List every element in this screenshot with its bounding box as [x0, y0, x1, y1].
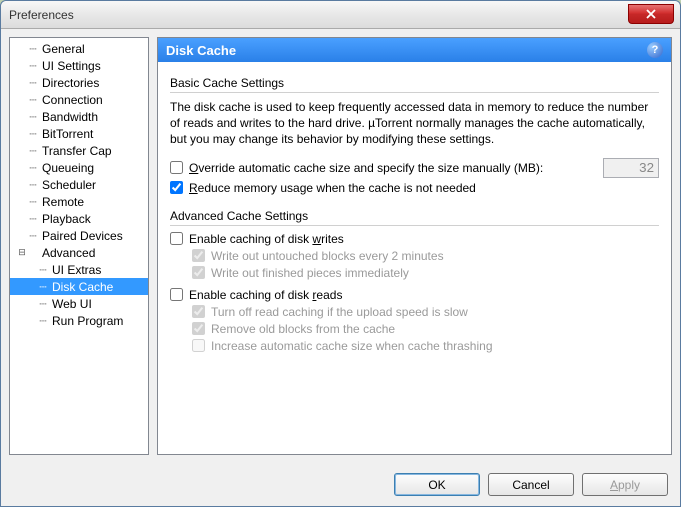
increase-checkbox [192, 339, 205, 352]
override-label[interactable]: Override automatic cache size and specif… [189, 161, 543, 175]
advanced-heading: Advanced Cache Settings [170, 209, 659, 223]
turnoff-checkbox [192, 305, 205, 318]
nav-item-general[interactable]: ┈General [10, 40, 148, 57]
writes-label[interactable]: Enable caching of disk writes [189, 232, 344, 246]
dialog-footer: OK Cancel Apply [1, 463, 680, 506]
reads-label[interactable]: Enable caching of disk reads [189, 288, 342, 302]
nav-item-connection[interactable]: ┈Connection [10, 91, 148, 108]
basic-description: The disk cache is used to keep frequentl… [170, 99, 659, 148]
write-finished-row: Write out finished pieces immediately [170, 266, 659, 280]
reads-checkbox[interactable] [170, 288, 183, 301]
apply-button: Apply [582, 473, 668, 496]
dialog-body: ┈General ┈UI Settings ┈Directories ┈Conn… [1, 29, 680, 463]
turnoff-row: Turn off read caching if the upload spee… [170, 305, 659, 319]
nav-item-ui-extras[interactable]: ┈UI Extras [10, 261, 148, 278]
write-untouched-row: Write out untouched blocks every 2 minut… [170, 249, 659, 263]
nav-item-advanced[interactable]: ⊟Advanced [10, 244, 148, 261]
turnoff-label: Turn off read caching if the upload spee… [211, 305, 468, 319]
nav-item-bandwidth[interactable]: ┈Bandwidth [10, 108, 148, 125]
reads-row: Enable caching of disk reads [170, 288, 659, 302]
nav-item-remote[interactable]: ┈Remote [10, 193, 148, 210]
cancel-button[interactable]: Cancel [488, 473, 574, 496]
nav-item-playback[interactable]: ┈Playback [10, 210, 148, 227]
increase-label: Increase automatic cache size when cache… [211, 339, 493, 353]
titlebar: Preferences [1, 1, 680, 29]
nav-item-bittorrent[interactable]: ┈BitTorrent [10, 125, 148, 142]
reduce-label[interactable]: Reduce memory usage when the cache is no… [189, 181, 476, 195]
window-title: Preferences [9, 8, 628, 22]
override-checkbox[interactable] [170, 161, 183, 174]
nav-item-run-program[interactable]: ┈Run Program [10, 312, 148, 329]
write-finished-label: Write out finished pieces immediately [211, 266, 409, 280]
write-untouched-checkbox [192, 249, 205, 262]
nav-item-ui-settings[interactable]: ┈UI Settings [10, 57, 148, 74]
remove-old-row: Remove old blocks from the cache [170, 322, 659, 336]
nav-item-paired-devices[interactable]: ┈Paired Devices [10, 227, 148, 244]
close-icon [646, 9, 656, 19]
writes-row: Enable caching of disk writes [170, 232, 659, 246]
nav-item-disk-cache[interactable]: ┈Disk Cache [10, 278, 148, 295]
write-finished-checkbox [192, 266, 205, 279]
reduce-checkbox[interactable] [170, 181, 183, 194]
nav-item-queueing[interactable]: ┈Queueing [10, 159, 148, 176]
nav-item-scheduler[interactable]: ┈Scheduler [10, 176, 148, 193]
write-untouched-label: Write out untouched blocks every 2 minut… [211, 249, 444, 263]
collapse-icon[interactable]: ⊟ [16, 247, 28, 258]
remove-old-checkbox [192, 322, 205, 335]
reduce-row: Reduce memory usage when the cache is no… [170, 181, 659, 195]
increase-row: Increase automatic cache size when cache… [170, 339, 659, 353]
close-button[interactable] [628, 4, 674, 24]
preferences-window: Preferences ┈General ┈UI Settings ┈Direc… [0, 0, 681, 507]
nav-item-directories[interactable]: ┈Directories [10, 74, 148, 91]
panel-body: Basic Cache Settings The disk cache is u… [158, 62, 671, 364]
nav-item-web-ui[interactable]: ┈Web UI [10, 295, 148, 312]
panel-header: Disk Cache ? [158, 38, 671, 62]
nav-item-transfer-cap[interactable]: ┈Transfer Cap [10, 142, 148, 159]
basic-heading: Basic Cache Settings [170, 76, 659, 90]
panel-title: Disk Cache [166, 43, 236, 58]
ok-button[interactable]: OK [394, 473, 480, 496]
nav-tree[interactable]: ┈General ┈UI Settings ┈Directories ┈Conn… [9, 37, 149, 455]
remove-old-label: Remove old blocks from the cache [211, 322, 395, 336]
override-row: Override automatic cache size and specif… [170, 158, 659, 178]
writes-checkbox[interactable] [170, 232, 183, 245]
cache-size-input[interactable] [603, 158, 659, 178]
settings-panel: Disk Cache ? Basic Cache Settings The di… [157, 37, 672, 455]
help-icon[interactable]: ? [647, 42, 663, 58]
